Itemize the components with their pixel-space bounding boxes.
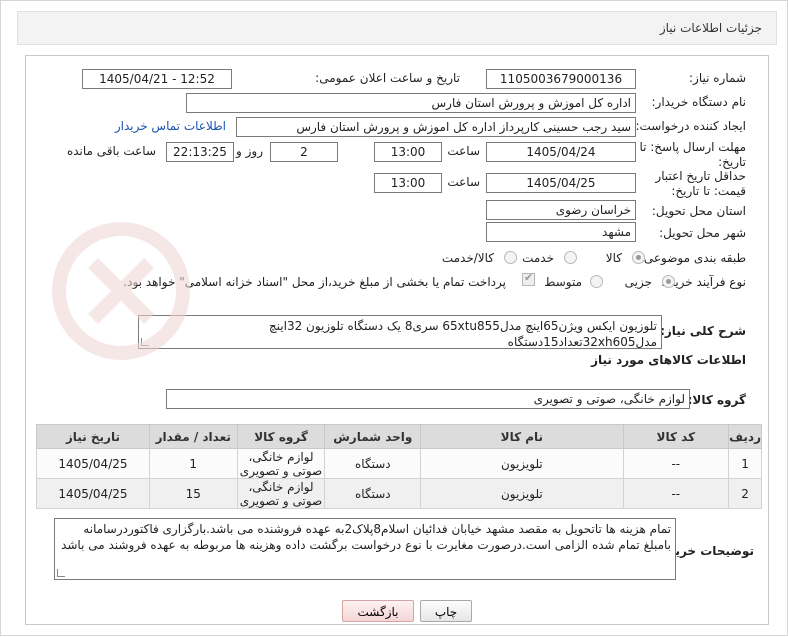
need-number-field[interactable]: 1105003679000136	[486, 69, 636, 89]
resize-handle-icon[interactable]	[141, 338, 149, 346]
goods-group-field[interactable]: لوازم خانگی، صوتی و تصویری	[166, 389, 690, 409]
reply-deadline-days-label: روز و	[236, 144, 263, 158]
delivery-province-field[interactable]: خراسان رضوی	[486, 200, 636, 220]
checkmark-icon: ✔	[524, 271, 534, 284]
cell-goods-group: لوازم خانگی، صوتی و تصویری	[236, 448, 326, 479]
category-radio-service[interactable]	[564, 251, 577, 264]
cell-unit: دستگاه	[324, 478, 422, 509]
purchase-option-minor: جزیی	[624, 275, 652, 289]
reply-deadline-time-label: ساعت	[447, 144, 480, 158]
cell-need-date: 1405/04/25	[36, 448, 150, 479]
cell-unit: دستگاه	[324, 448, 422, 479]
cell-quantity: 1	[148, 448, 238, 479]
need-description-label: شرح کلی نیاز:	[660, 324, 746, 338]
delivery-city-label: شهر محل تحویل:	[659, 226, 746, 240]
print-button[interactable]: چاپ	[420, 600, 472, 622]
col-row-number: ردیف	[728, 424, 762, 449]
cell-goods-code: --	[622, 478, 730, 509]
category-radio-goods-service[interactable]	[504, 251, 517, 264]
main-panel: شماره نیاز: 1105003679000136 تاریخ و ساع…	[25, 55, 769, 625]
back-button[interactable]: بازگشت	[342, 600, 414, 622]
category-label: طبقه بندی موضوعی:	[639, 251, 746, 265]
cell-row-number: 2	[728, 478, 762, 509]
buyer-notes-text: تمام هزینه ها تاتحویل به مقصد مشهد خیابا…	[61, 522, 671, 552]
cell-goods-name: تلویزیون	[420, 448, 624, 479]
buyer-org-field[interactable]: اداره کل اموزش و پرورش استان فارس	[186, 93, 636, 113]
cell-goods-code: --	[622, 448, 730, 479]
treasury-payment-note: پرداخت تمام یا بخشی از مبلغ خرید،از محل …	[123, 275, 506, 289]
reply-deadline-days-field[interactable]: 2	[270, 142, 338, 162]
price-validity-time-label: ساعت	[447, 175, 480, 189]
col-quantity: تعداد / مقدار	[148, 424, 238, 449]
page-frame: جزئیات اطلاعات نیاز شماره نیاز: 11050036…	[0, 0, 788, 636]
delivery-province-label: استان محل تحویل:	[651, 204, 746, 218]
header-bar: جزئیات اطلاعات نیاز	[17, 11, 777, 45]
page-title: جزئیات اطلاعات نیاز	[659, 21, 762, 35]
purchase-radio-minor[interactable]	[662, 275, 675, 288]
goods-info-title: اطلاعات کالاهای مورد نیاز	[591, 353, 746, 367]
category-option-goods: کالا	[605, 251, 622, 265]
category-option-goods-service: کالا/خدمت	[441, 251, 494, 265]
price-validity-label: حداقل تاریخ اعتبار قیمت: تا تاریخ:	[655, 169, 746, 198]
table-header-row: ردیف کد کالا نام کالا واحد شمارش گروه کا…	[36, 424, 762, 449]
need-description-textarea[interactable]: تلوزیون ایکس ویژن65اینچ مدل65xtu855 سری8…	[138, 315, 662, 349]
goods-table: ردیف کد کالا نام کالا واحد شمارش گروه کا…	[36, 424, 762, 509]
col-goods-group: گروه کالا	[236, 424, 326, 449]
category-option-service: خدمت	[522, 251, 554, 265]
col-goods-name: نام کالا	[420, 424, 624, 449]
treasury-payment-checkbox[interactable]: ✔	[522, 271, 535, 286]
delivery-city-field[interactable]: مشهد	[486, 222, 636, 242]
buyer-org-label: نام دستگاه خریدار:	[651, 95, 747, 109]
col-unit: واحد شمارش	[324, 424, 422, 449]
cell-goods-group: لوازم خانگی، صوتی و تصویری	[236, 478, 326, 509]
need-number-label: شماره نیاز:	[689, 71, 746, 85]
cell-need-date: 1405/04/25	[36, 478, 150, 509]
reply-deadline-label: مهلت ارسال پاسخ: تا تاریخ:	[639, 140, 746, 169]
category-radio-goods[interactable]	[632, 251, 645, 264]
purchase-radio-medium[interactable]	[590, 275, 603, 288]
cell-quantity: 15	[148, 478, 238, 509]
purchase-option-medium: متوسط	[544, 275, 582, 289]
reply-deadline-time-field[interactable]: 13:00	[374, 142, 442, 162]
col-need-date: تاریخ نیاز	[36, 424, 150, 449]
remaining-time-label: ساعت باقی مانده	[66, 144, 156, 158]
cell-row-number: 1	[728, 448, 762, 479]
price-validity-date-field[interactable]: 1405/04/25	[486, 173, 636, 193]
table-row: 1 -- تلویزیون دستگاه لوازم خانگی، صوتی و…	[36, 448, 762, 479]
table-row: 2 -- تلویزیون دستگاه لوازم خانگی، صوتی و…	[36, 478, 762, 509]
announce-datetime-label: تاریخ و ساعت اعلان عمومی:	[315, 71, 460, 85]
buyer-notes-textarea[interactable]: تمام هزینه ها تاتحویل به مقصد مشهد خیابا…	[54, 518, 676, 580]
remaining-time-field[interactable]: 22:13:25	[166, 142, 234, 162]
price-validity-time-field[interactable]: 13:00	[374, 173, 442, 193]
requester-field[interactable]: سید رجب حسینی کارپرداز اداره کل اموزش و …	[236, 117, 636, 137]
col-goods-code: کد کالا	[622, 424, 730, 449]
buyer-contact-link[interactable]: اطلاعات تماس خریدار	[115, 119, 226, 133]
announce-datetime-field[interactable]: 1405/04/21 - 12:52	[82, 69, 232, 89]
requester-label: ایجاد کننده درخواست:	[635, 119, 746, 133]
goods-group-label: گروه کالا:	[687, 393, 746, 407]
need-description-text: تلوزیون ایکس ویژن65اینچ مدل65xtu855 سری8…	[268, 319, 657, 349]
resize-handle-icon[interactable]	[57, 569, 65, 577]
cell-goods-name: تلویزیون	[420, 478, 624, 509]
reply-deadline-date-field[interactable]: 1405/04/24	[486, 142, 636, 162]
